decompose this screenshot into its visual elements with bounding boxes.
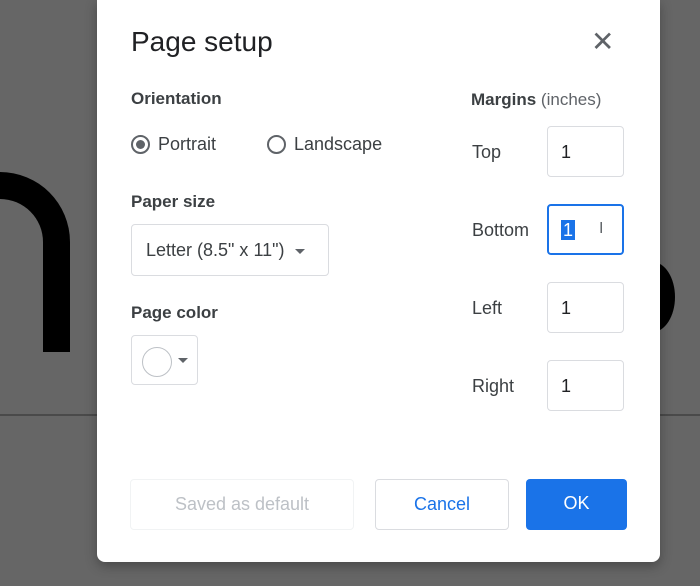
bottom-label: Bottom (472, 220, 530, 240)
radio-icon-unchecked (267, 135, 286, 154)
caret-down-icon (178, 358, 188, 363)
selected-text: 1 (561, 220, 576, 240)
background-letter (0, 172, 70, 352)
dialog-title: Page setup (131, 26, 273, 57)
paper-size-value: Letter (8.5" x 11") (146, 240, 285, 260)
color-swatch (142, 347, 172, 377)
radio-portrait[interactable]: Portrait (131, 134, 216, 155)
text-cursor-icon: I (599, 220, 604, 237)
saved-as-default-button[interactable]: Saved as default (130, 479, 354, 530)
bottom-margin-input[interactable]: 1I (547, 204, 624, 255)
right-label: Right (472, 376, 515, 396)
right-margin-input[interactable]: 1 (547, 360, 624, 411)
margins-header: Margins (inches) (471, 90, 601, 110)
top-margin-input[interactable]: 1 (547, 126, 624, 177)
close-icon[interactable]: ✕ (591, 28, 614, 56)
margins-unit: (inches) (540, 90, 602, 109)
radio-label: Landscape (294, 134, 383, 154)
orientation-label: Orientation (131, 89, 222, 108)
cancel-button[interactable]: Cancel (375, 479, 509, 530)
caret-down-icon (294, 248, 305, 254)
page-color-label: Page color (131, 303, 218, 322)
paper-size-select[interactable]: Letter (8.5" x 11") (131, 224, 329, 276)
page-color-picker[interactable] (131, 335, 198, 385)
radio-landscape[interactable]: Landscape (267, 134, 382, 155)
ok-button[interactable]: OK (526, 479, 627, 530)
radio-label: Portrait (158, 134, 217, 154)
left-label: Left (472, 298, 503, 318)
left-margin-input[interactable]: 1 (547, 282, 624, 333)
page-setup-dialog: Page setup ✕ Orientation Portrait Landsc… (97, 0, 660, 562)
top-label: Top (472, 142, 502, 162)
paper-size-label: Paper size (131, 192, 216, 211)
radio-icon-checked (131, 135, 150, 154)
margins-label: Margins (471, 90, 537, 109)
